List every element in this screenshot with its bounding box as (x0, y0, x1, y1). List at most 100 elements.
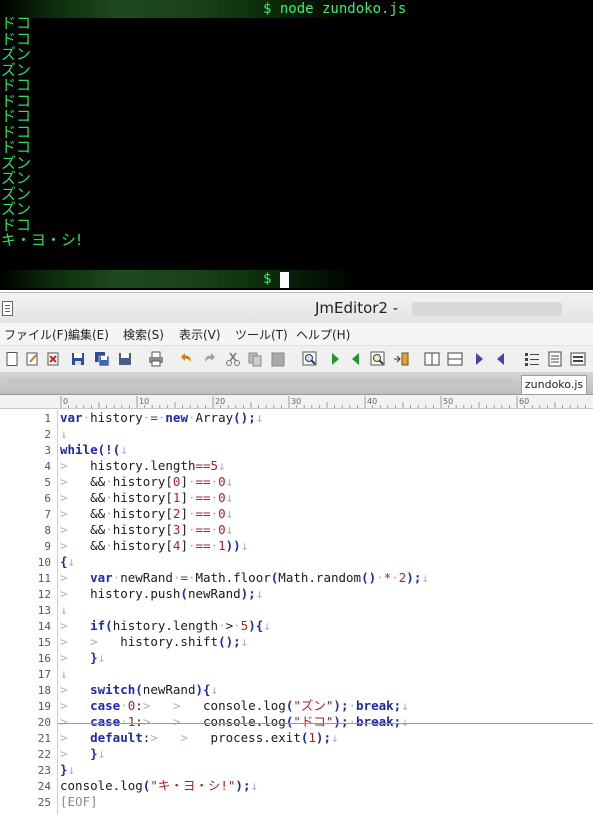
code-line[interactable]: > }↓ (60, 650, 105, 666)
code-line[interactable]: > &&·history[1]·==·0↓ (60, 490, 233, 506)
code-line[interactable]: }↓ (60, 762, 75, 778)
settings-icon[interactable] (570, 351, 586, 367)
terminal-cursor (280, 272, 289, 288)
ruler-label: 10 (139, 397, 149, 406)
code-line[interactable]: ↓ (60, 426, 68, 442)
line-number: 8 (44, 524, 51, 537)
ruler-label: 50 (443, 397, 453, 406)
code-line[interactable]: > if(history.length·>·5){↓ (60, 618, 271, 634)
line-number: 12 (37, 588, 51, 601)
prev-window-icon[interactable] (493, 351, 509, 367)
terminal-window[interactable]: $ node zundoko.js ドコ ドコ ズン ズン ドコ ドコ ドコ ドコ ドコ ズン ズン… (0, 0, 593, 290)
list-icon[interactable] (524, 351, 540, 367)
terminal-status-bar-bottom (0, 270, 593, 288)
menu-bar: ファイル(F) 編集(E) 検索(S) 表示(V) ツール(T) ヘルプ(H) (0, 323, 593, 346)
window-title: JmEditor2 - (315, 299, 399, 317)
code-line[interactable]: [EOF] (60, 794, 98, 810)
code-line[interactable]: ↓ (60, 666, 68, 682)
line-number: 6 (44, 492, 51, 505)
copy-icon[interactable] (247, 351, 263, 367)
code-line[interactable]: {↓ (60, 554, 75, 570)
code-line[interactable]: console.log("キ・ヨ・シ!");↓ (60, 778, 258, 794)
save-icon[interactable] (70, 351, 86, 367)
code-line[interactable]: > &&·history[4]·==·1))↓ (60, 538, 248, 554)
line-number: 21 (37, 732, 51, 745)
app-icon[interactable] (2, 301, 13, 316)
tab-bar: zundoko.js (0, 373, 593, 395)
split-vertical-icon[interactable] (447, 351, 463, 367)
toolbar (0, 346, 593, 373)
code-line[interactable]: var·history·=·new·Array();↓ (60, 410, 263, 426)
ruler-ticks: 0 10 20 30 40 50 60 (60, 396, 586, 408)
line-number: 7 (44, 508, 51, 521)
code-line[interactable]: > switch(newRand){↓ (60, 682, 218, 698)
menu-help[interactable]: ヘルプ(H) (296, 326, 350, 343)
replace-icon[interactable] (370, 351, 386, 367)
terminal-output: ドコ ドコ ズン ズン ドコ ドコ ドコ ドコ ドコ ズン ズン ズン ズン ドコ キ・ヨ・シ! (1, 15, 83, 249)
code-line[interactable]: while(!(↓ (60, 442, 128, 458)
redo-icon[interactable] (202, 351, 218, 367)
ruler-label: 30 (291, 397, 301, 406)
menu-search[interactable]: 検索(S) (123, 326, 164, 343)
code-line[interactable]: > history.length==5↓ (60, 458, 226, 474)
code-line[interactable]: > &&·history[2]·==·0↓ (60, 506, 233, 522)
code-line[interactable]: > default:> > process.exit(1);↓ (60, 730, 339, 746)
code-line[interactable]: > &&·history[3]·==·0↓ (60, 522, 233, 538)
code-line[interactable]: > }↓ (60, 746, 105, 762)
jump-icon[interactable] (393, 351, 409, 367)
next-window-icon[interactable] (471, 351, 487, 367)
line-number: 11 (37, 572, 51, 585)
ruler-label: 20 (215, 397, 225, 406)
ruler-label: 60 (519, 397, 529, 406)
line-number: 24 (37, 780, 51, 793)
line-number: 4 (44, 460, 51, 473)
editor-window: JmEditor2 - ファイル(F) 編集(E) 検索(S) 表示(V) ツー… (0, 292, 593, 815)
code-area[interactable]: 1 2 3 4 5 6 7 8 9 10 11 12 13 14 15 16 17 18 19 20 21 22 23 24 2… (0, 410, 593, 815)
find-prev-icon[interactable] (348, 351, 364, 367)
code-line[interactable]: > case·1:> > console.log("ドコ");·break;↓ (60, 714, 409, 730)
line-number: 16 (37, 652, 51, 665)
print-icon[interactable] (148, 351, 164, 367)
find-icon[interactable] (302, 351, 318, 367)
line-number: 5 (44, 476, 51, 489)
open-file-icon[interactable] (24, 351, 40, 367)
undo-icon[interactable] (178, 351, 194, 367)
line-number: 17 (37, 668, 51, 681)
column-ruler: 0 10 20 30 40 50 60 (0, 395, 593, 409)
code-line[interactable]: > &&·history[0]·==·0↓ (60, 474, 233, 490)
save-all-icon[interactable] (94, 351, 110, 367)
ruler-label: 40 (367, 397, 377, 406)
close-file-icon[interactable] (45, 351, 61, 367)
menu-edit[interactable]: 編集(E) (68, 326, 109, 343)
new-file-icon[interactable] (4, 351, 20, 367)
menu-file[interactable]: ファイル(F) (4, 326, 68, 343)
code-line[interactable]: > case·0:> > console.log("ズン");·break;↓ (60, 698, 409, 714)
code-line[interactable]: > var·newRand·=·Math.floor(Math.random()… (60, 570, 429, 586)
code-line[interactable]: > > history.shift();↓ (60, 634, 248, 650)
eof-marker: [EOF] (60, 794, 98, 809)
code-line[interactable]: > history.push(newRand);↓ (60, 586, 263, 602)
menu-view[interactable]: 表示(V) (179, 326, 221, 343)
line-number: 3 (44, 444, 51, 457)
current-line-indicator (58, 723, 593, 724)
save-as-icon[interactable] (117, 351, 133, 367)
tab-zundoko-js[interactable]: zundoko.js (521, 375, 587, 394)
paste-icon[interactable] (270, 351, 286, 367)
line-number: 15 (37, 636, 51, 649)
line-number: 19 (37, 700, 51, 713)
split-horizontal-icon[interactable] (424, 351, 440, 367)
find-next-icon[interactable] (327, 351, 343, 367)
title-bar[interactable]: JmEditor2 - (0, 292, 593, 323)
code-line[interactable]: ↓ (60, 602, 68, 618)
ruler-label: 0 (63, 397, 68, 406)
code-text[interactable]: var·history·=·new·Array();↓ ↓ while(!(↓ > h… (60, 410, 590, 815)
properties-icon[interactable] (547, 351, 563, 367)
terminal-output-line: キ・ヨ・シ! (1, 231, 83, 249)
line-number: 25 (37, 796, 51, 809)
line-number-gutter: 1 2 3 4 5 6 7 8 9 10 11 12 13 14 15 16 17 18 19 20 21 22 23 24 2… (0, 410, 58, 815)
cut-icon[interactable] (225, 351, 241, 367)
line-number: 22 (37, 748, 51, 761)
menu-tools[interactable]: ツール(T) (235, 326, 288, 343)
line-number: 2 (44, 428, 51, 441)
line-number: 23 (37, 764, 51, 777)
